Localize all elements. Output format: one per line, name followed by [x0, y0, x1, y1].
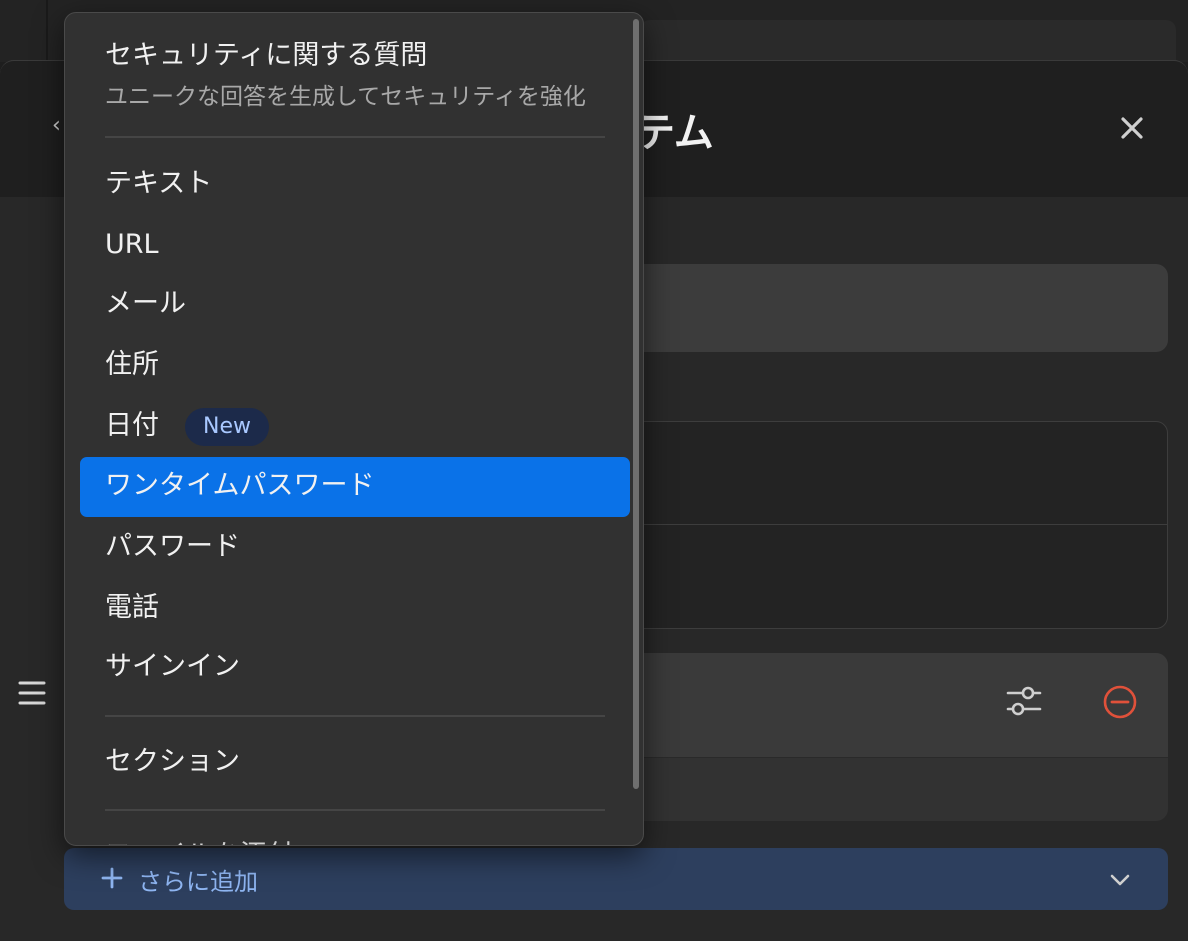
menu-item-text[interactable]: テキスト: [105, 167, 212, 201]
menu-divider: [105, 715, 605, 717]
menu-item-section[interactable]: セクション: [105, 745, 240, 779]
add-field-menu: セキュリティに関する質問 ユニークな回答を生成してセキュリティを強化 テキスト …: [64, 12, 644, 846]
close-icon[interactable]: [1116, 112, 1148, 144]
minus-circle-icon[interactable]: [1102, 684, 1138, 720]
window-top-divider: [46, 0, 48, 62]
menu-item-date[interactable]: 日付: [105, 409, 159, 443]
menu-item-url[interactable]: URL: [105, 228, 159, 262]
menu-item-attach-file[interactable]: ファイルを添付: [105, 833, 294, 845]
credential-group: [620, 421, 1168, 629]
chevron-down-icon[interactable]: [1108, 868, 1132, 892]
menu-scrollbar[interactable]: [633, 19, 639, 789]
add-more-label: さらに追加: [138, 868, 258, 896]
menu-item-phone[interactable]: 電話: [105, 591, 159, 625]
menu-item-security-question[interactable]: セキュリティに関する質問: [105, 39, 427, 73]
add-more-button[interactable]: さらに追加: [64, 848, 1168, 910]
menu-item-password[interactable]: パスワード: [105, 530, 240, 564]
menu-divider: [105, 136, 605, 138]
menu-item-sign-in[interactable]: サインイン: [105, 650, 240, 684]
menu-item-one-time-password[interactable]: ワンタイムパスワード: [105, 469, 374, 503]
title-field[interactable]: [620, 264, 1168, 352]
menu-item-security-question-description: ユニークな回答を生成してセキュリティを強化: [105, 84, 586, 110]
hamburger-icon[interactable]: [18, 680, 46, 706]
new-badge: New: [185, 408, 269, 446]
plus-icon: [101, 867, 123, 889]
menu-item-address[interactable]: 住所: [105, 348, 159, 382]
custom-field-header[interactable]: [620, 653, 1168, 758]
group-divider: [620, 524, 1168, 525]
menu-divider: [105, 809, 605, 811]
menu-item-email[interactable]: メール: [105, 287, 186, 321]
sliders-icon[interactable]: [1006, 684, 1042, 718]
background-panel: [640, 20, 1176, 64]
